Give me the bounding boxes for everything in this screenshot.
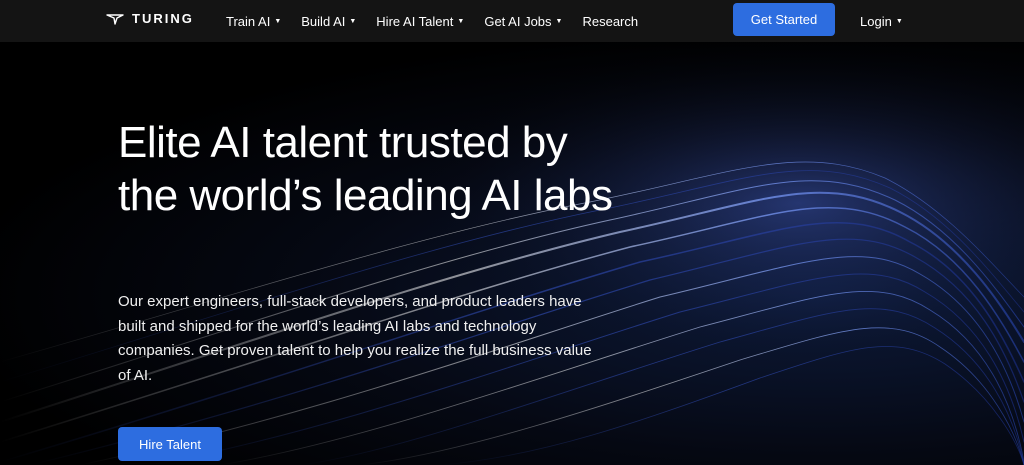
brand-name: TURING <box>132 11 194 26</box>
main-nav: Train AI ▼ Build AI ▼ Hire AI Talent ▼ G… <box>226 0 658 42</box>
nav-item-label: Get AI Jobs <box>484 13 552 29</box>
caret-down-icon: ▼ <box>895 17 903 25</box>
nav-item-label: Train AI <box>226 13 271 29</box>
nav-item-hire-ai-talent[interactable]: Hire AI Talent ▼ <box>376 14 464 29</box>
caret-down-icon: ▼ <box>274 17 282 25</box>
turing-logo-icon <box>106 13 124 25</box>
nav-item-label: Hire AI Talent <box>376 13 454 29</box>
caret-down-icon: ▼ <box>349 17 357 25</box>
caret-down-icon: ▼ <box>457 17 465 25</box>
hero-headline: Elite AI talent trusted by the world’s l… <box>118 118 613 220</box>
login-menu[interactable]: Login ▼ <box>860 0 903 42</box>
nav-item-train-ai[interactable]: Train AI ▼ <box>226 14 281 29</box>
caret-down-icon: ▼ <box>555 17 563 25</box>
nav-item-label: Build AI <box>301 13 346 29</box>
hero-subtext: Our expert engineers, full-stack develop… <box>118 293 592 384</box>
nav-item-research[interactable]: Research <box>582 14 638 29</box>
top-navbar: TURING Train AI ▼ Build AI ▼ Hire AI Tal… <box>0 0 1024 42</box>
turing-logo[interactable]: TURING <box>106 11 194 26</box>
nav-item-get-ai-jobs[interactable]: Get AI Jobs ▼ <box>484 14 562 29</box>
hire-talent-button[interactable]: Hire Talent <box>118 427 222 461</box>
login-label: Login <box>860 13 892 29</box>
nav-item-build-ai[interactable]: Build AI ▼ <box>301 14 356 29</box>
hero-background-image <box>0 42 1024 465</box>
nav-item-label: Research <box>582 13 639 29</box>
get-started-button[interactable]: Get Started <box>733 3 835 36</box>
hero-section: Elite AI talent trusted by the world’s l… <box>0 42 1024 465</box>
